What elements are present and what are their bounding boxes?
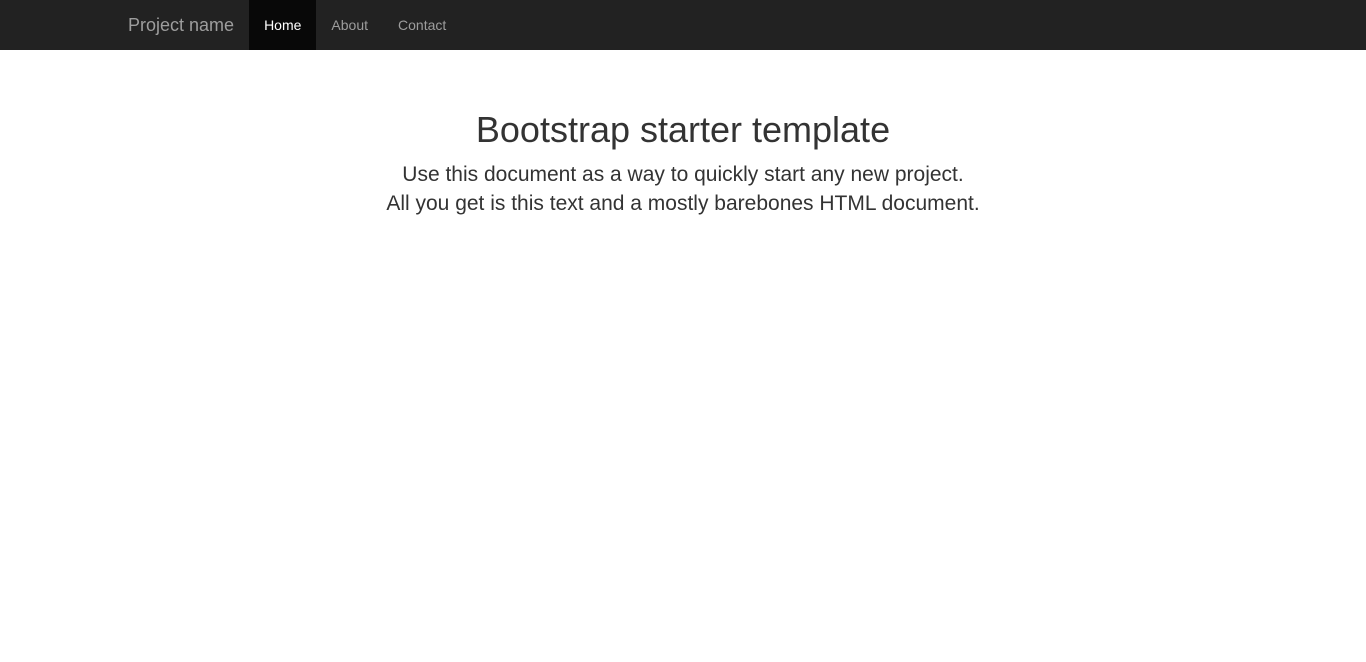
navbar: Project name Home About Contact bbox=[0, 0, 1366, 50]
lead-line-1: Use this document as a way to quickly st… bbox=[402, 163, 963, 186]
main-container: Bootstrap starter template Use this docu… bbox=[98, 50, 1268, 278]
nav-link-about[interactable]: About bbox=[316, 0, 383, 50]
navbar-container: Project name Home About Contact bbox=[0, 0, 1366, 50]
starter-template: Bootstrap starter template Use this docu… bbox=[113, 50, 1253, 278]
nav-link-home[interactable]: Home bbox=[249, 0, 316, 50]
lead-paragraph: Use this document as a way to quickly st… bbox=[128, 160, 1238, 219]
nav-link-contact[interactable]: Contact bbox=[383, 0, 461, 50]
nav-item-home: Home bbox=[249, 0, 316, 50]
nav-item-about: About bbox=[316, 0, 383, 50]
navbar-brand[interactable]: Project name bbox=[113, 0, 249, 50]
navbar-nav: Home About Contact bbox=[249, 0, 461, 50]
page-heading: Bootstrap starter template bbox=[128, 110, 1238, 150]
lead-line-2: All you get is this text and a mostly ba… bbox=[386, 192, 979, 215]
nav-item-contact: Contact bbox=[383, 0, 461, 50]
